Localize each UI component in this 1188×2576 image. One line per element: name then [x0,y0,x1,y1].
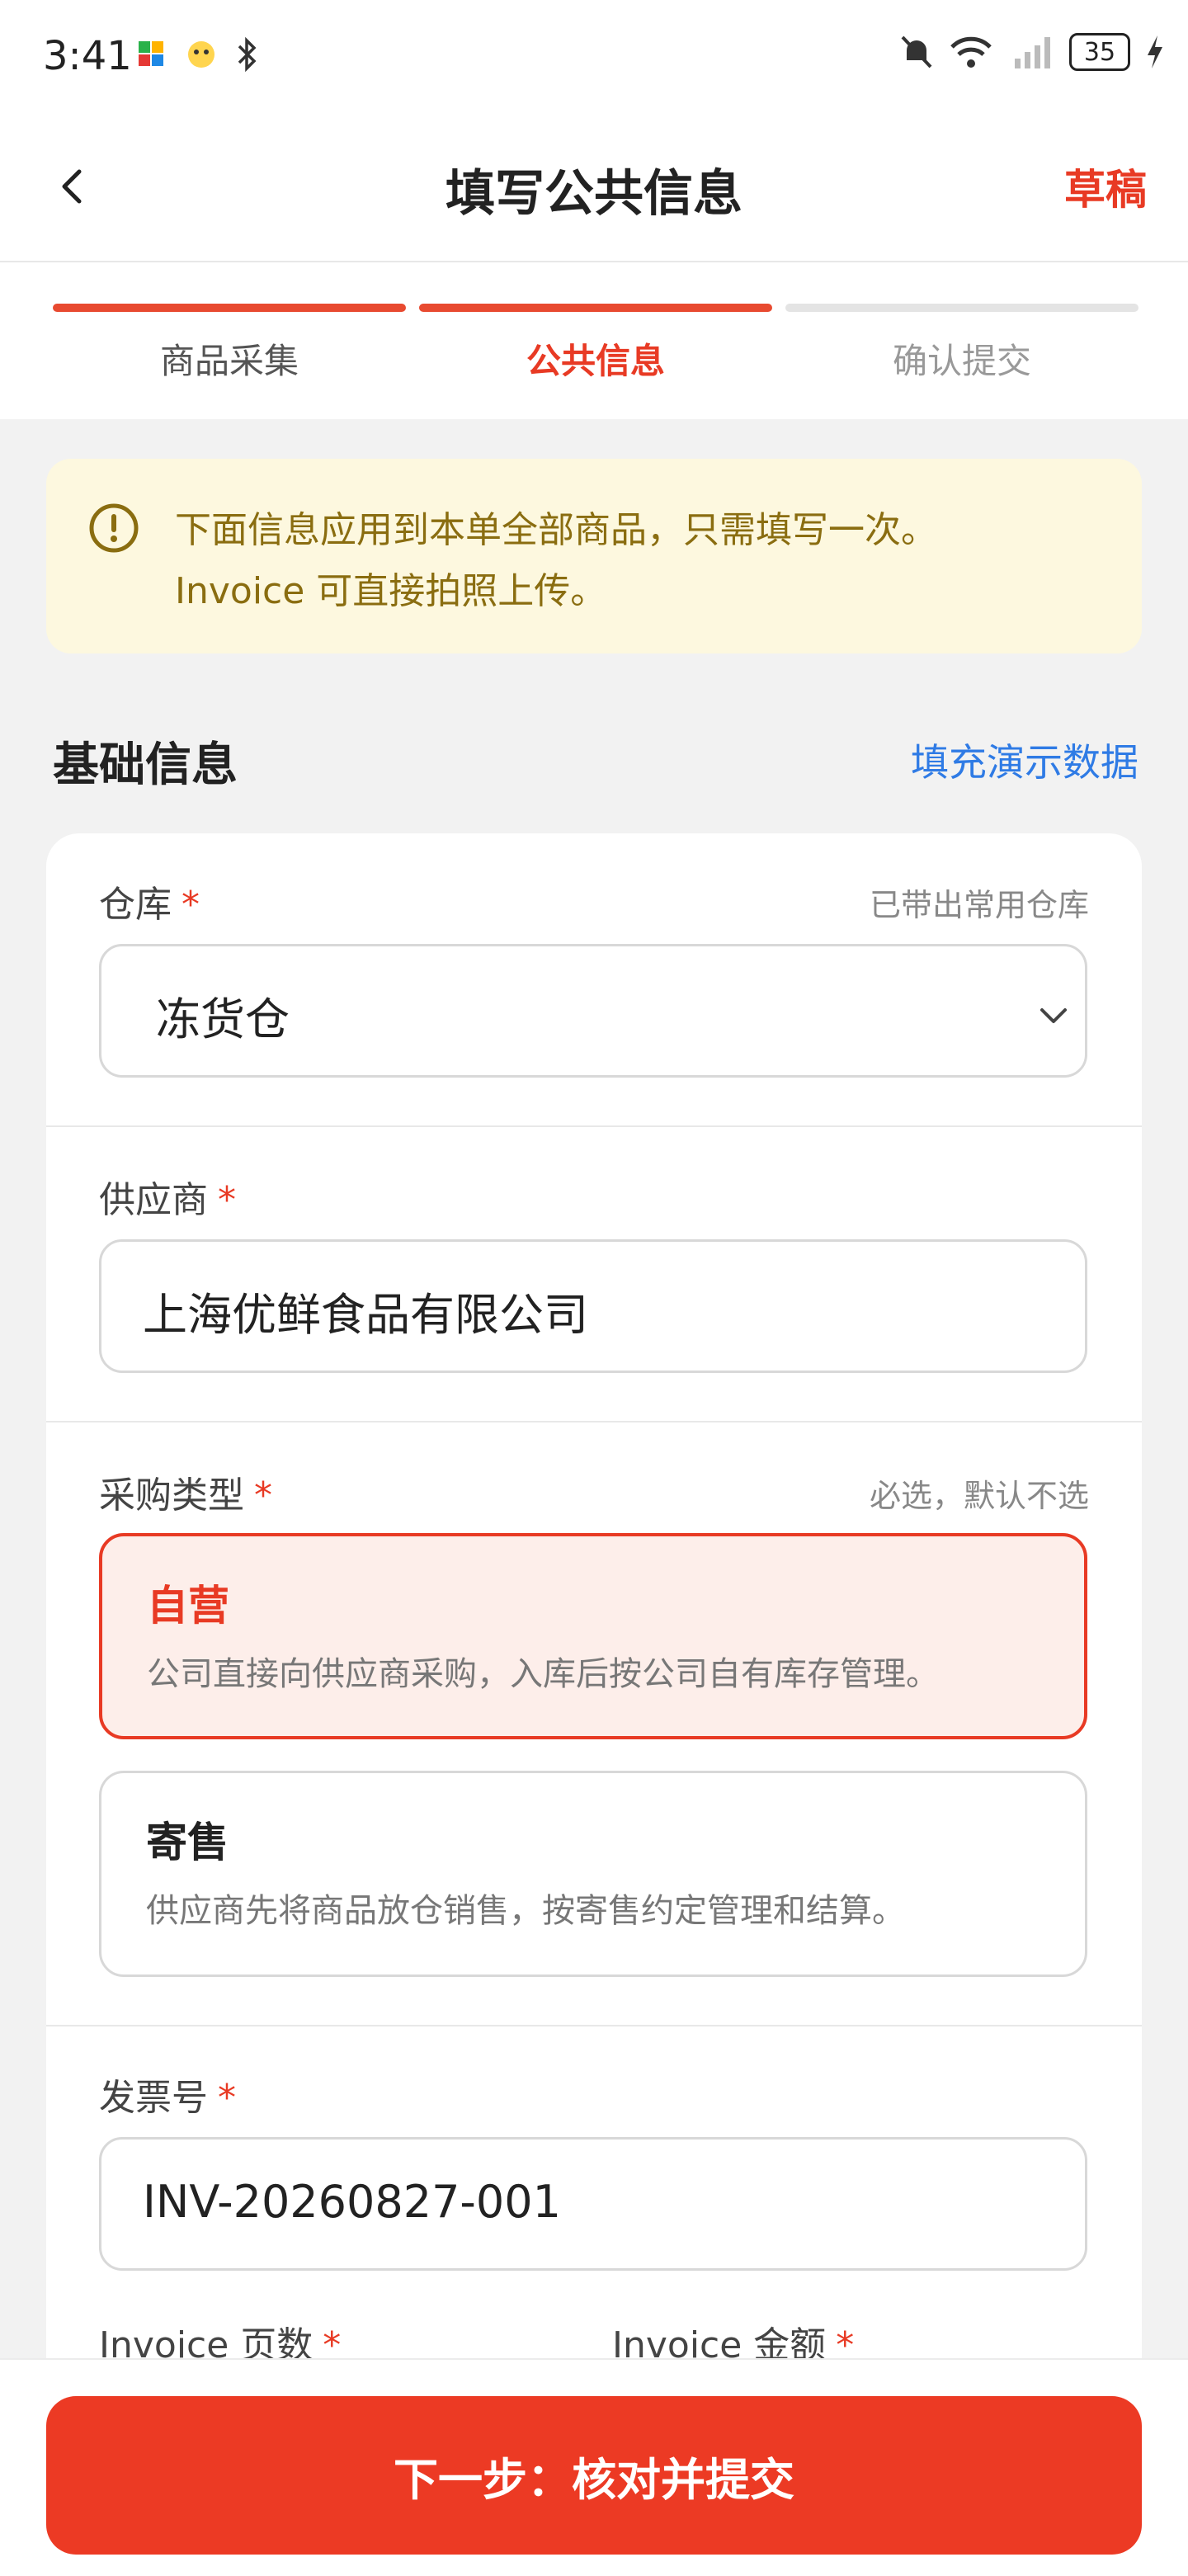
info-notice: 下面信息应用到本单全部商品，只需填写一次。 Invoice 可直接拍照上传。 [46,459,1142,653]
app-bar: 填写公共信息 草稿 [0,112,1188,262]
invoice-amount-label: Invoice 金额 * [612,2315,854,2360]
notice-line-1: 下面信息应用到本单全部商品，只需填写一次。 [175,509,937,551]
step-label: 公共信息 [526,341,665,381]
step-bar [53,304,406,312]
invoice-amount-label-text: Invoice 金额 [612,2324,827,2360]
purchase-type-hint: 必选，默认不选 [869,1478,1089,1514]
charging-icon [1148,35,1162,68]
page-title: 填写公共信息 [446,165,742,223]
bottom-action-bar: 下一步：核对并提交 [0,2358,1188,2576]
option-title: 寄售 [146,1819,229,1866]
required-mark: * [218,2077,236,2119]
chevron-down-icon [1040,1008,1067,1023]
warehouse-select[interactable]: 冻货仓 [99,944,1087,1078]
invoice-no-label: 发票号 * [99,2068,236,2121]
divider [46,1125,1142,1127]
invoice-no-value: INV-20260827-001 [143,2176,561,2228]
invoice-pages-label-text: Invoice 页数 [99,2324,314,2360]
invoice-no-label-text: 发票号 [99,2077,208,2119]
purchase-type-label-text: 采购类型 [99,1474,244,1517]
purchase-type-option-consignment[interactable]: 寄售 供应商先将商品放仓销售，按寄售约定管理和结算。 [99,1771,1087,1977]
required-mark: * [254,1474,272,1517]
progress-stepper: 商品采集 公共信息 确认提交 [0,262,1188,419]
step-label: 确认提交 [892,341,1031,381]
fill-demo-data-link[interactable]: 填充演示数据 [911,733,1138,787]
step-product-collection[interactable]: 商品采集 [53,304,406,403]
cell-signal-icon [1015,37,1050,68]
warehouse-label-text: 仓库 [99,884,172,926]
notice-line-2: Invoice 可直接拍照上传。 [175,570,607,612]
section-title: 基础信息 [53,738,238,792]
required-mark: * [218,1179,236,1221]
step-bar [419,304,772,312]
required-mark: * [182,884,200,926]
info-icon [89,503,139,553]
draft-button[interactable]: 草稿 [1064,157,1147,216]
supplier-value: 上海优鲜食品有限公司 [143,1289,588,1341]
app-icon [139,41,163,66]
option-desc: 供应商先将商品放仓销售，按寄售约定管理和结算。 [146,1892,905,1930]
warehouse-value: 冻货仓 [156,993,290,1045]
status-bar: 3:41 35 [0,0,1188,112]
step-bar [785,304,1138,312]
purchase-type-option-self-operated[interactable]: 自营 公司直接向供应商采购，入库后按公司自有库存管理。 [99,1533,1087,1739]
invoice-no-input[interactable]: INV-20260827-001 [99,2137,1087,2271]
divider [46,1421,1142,1422]
bluetooth-icon [238,36,257,73]
option-title: 自营 [147,1582,229,1630]
warehouse-hint: 已带出常用仓库 [869,887,1089,923]
status-left-icons [135,36,259,73]
required-mark: * [323,2324,342,2360]
status-right: 35 [899,33,1165,71]
required-mark: * [836,2324,855,2360]
form-card: 仓库 * 已带出常用仓库 冻货仓 供应商 * 上海优鲜食品有限公司 采购类型 * 必选… [46,833,1142,2360]
invoice-pages-label: Invoice 页数 * [99,2315,341,2360]
battery-indicator: 35 [1069,33,1130,71]
warehouse-label: 仓库 * [99,875,200,927]
supplier-label-text: 供应商 [99,1179,208,1221]
step-confirm-submit[interactable]: 确认提交 [785,304,1138,403]
purchase-type-label: 采购类型 * [99,1465,272,1518]
notice-text: 下面信息应用到本单全部商品，只需填写一次。 Invoice 可直接拍照上传。 [175,500,1099,622]
mute-bell-icon [901,35,932,68]
divider [46,2025,1142,2026]
step-public-info[interactable]: 公共信息 [419,304,772,403]
wifi-icon [950,36,992,68]
step-label: 商品采集 [159,341,299,381]
supplier-input[interactable]: 上海优鲜食品有限公司 [99,1239,1087,1373]
supplier-label: 供应商 * [99,1170,236,1223]
emoji-app-icon [188,41,214,68]
next-step-submit-button[interactable]: 下一步：核对并提交 [46,2396,1142,2555]
status-time: 3:41 [43,33,132,79]
option-desc: 公司直接向供应商采购，入库后按公司自有库存管理。 [147,1655,939,1693]
